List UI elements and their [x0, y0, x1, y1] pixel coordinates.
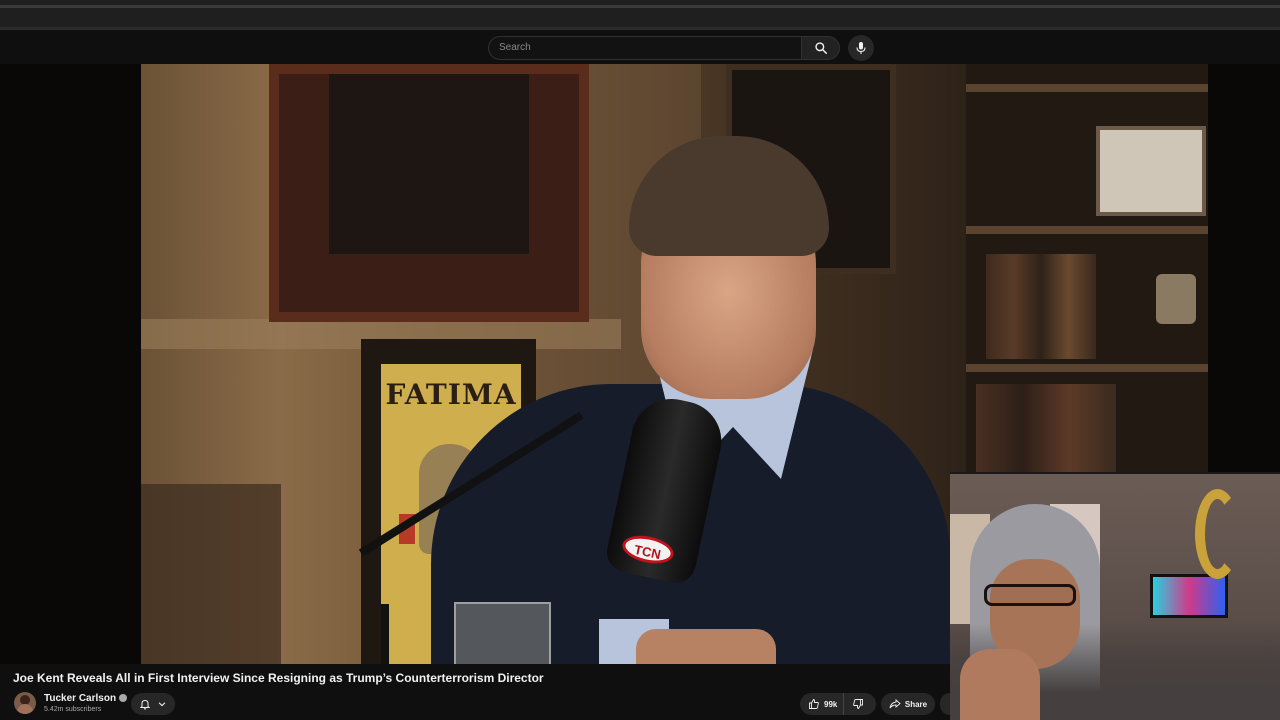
voice-search-button[interactable]	[848, 35, 874, 61]
poster-title: FATIMA	[385, 378, 517, 411]
bell-icon	[139, 699, 151, 710]
browser-toolbar	[0, 0, 1280, 30]
share-button[interactable]: Share	[881, 693, 935, 715]
notification-bell-button[interactable]	[131, 693, 175, 715]
streamer-glasses	[984, 584, 1076, 606]
webcam-overlay	[950, 472, 1280, 720]
mic-logo: TCN	[619, 531, 677, 568]
balloon-decoration	[1195, 489, 1240, 579]
more-actions-button[interactable]	[940, 693, 950, 715]
dislike-button[interactable]	[844, 693, 872, 715]
chevron-down-icon	[158, 702, 166, 707]
streamer-hand	[960, 649, 1040, 720]
microphone-icon	[856, 42, 866, 54]
channel-avatar[interactable]	[14, 692, 36, 714]
thumbs-up-icon	[809, 699, 819, 709]
subscriber-count: 5.42m subscribers	[44, 706, 102, 713]
thumbs-down-icon	[853, 699, 864, 709]
framed-picture	[269, 64, 589, 322]
mic-stand	[381, 604, 389, 664]
bookshelf	[966, 64, 1208, 484]
like-dislike-group: 99k	[800, 693, 876, 715]
like-button[interactable]: 99k	[800, 693, 845, 715]
host-hand	[636, 629, 776, 664]
search-button[interactable]	[801, 36, 840, 60]
share-label: Share	[904, 699, 928, 709]
water-glass	[454, 602, 551, 664]
video-title: Joe Kent Reveals All in First Interview …	[13, 671, 544, 685]
room-tv	[1150, 574, 1228, 618]
search-input[interactable]: Search	[488, 36, 802, 60]
search-icon	[814, 42, 827, 55]
browser-divider	[0, 5, 1280, 8]
masthead: Search	[0, 30, 1280, 64]
wood-shadow	[141, 484, 281, 664]
verified-badge-icon	[119, 694, 128, 703]
share-icon	[889, 699, 901, 709]
channel-name-label: Tucker Carlson	[44, 693, 117, 704]
like-count: 99k	[824, 699, 838, 709]
channel-name[interactable]: Tucker Carlson	[44, 693, 128, 704]
